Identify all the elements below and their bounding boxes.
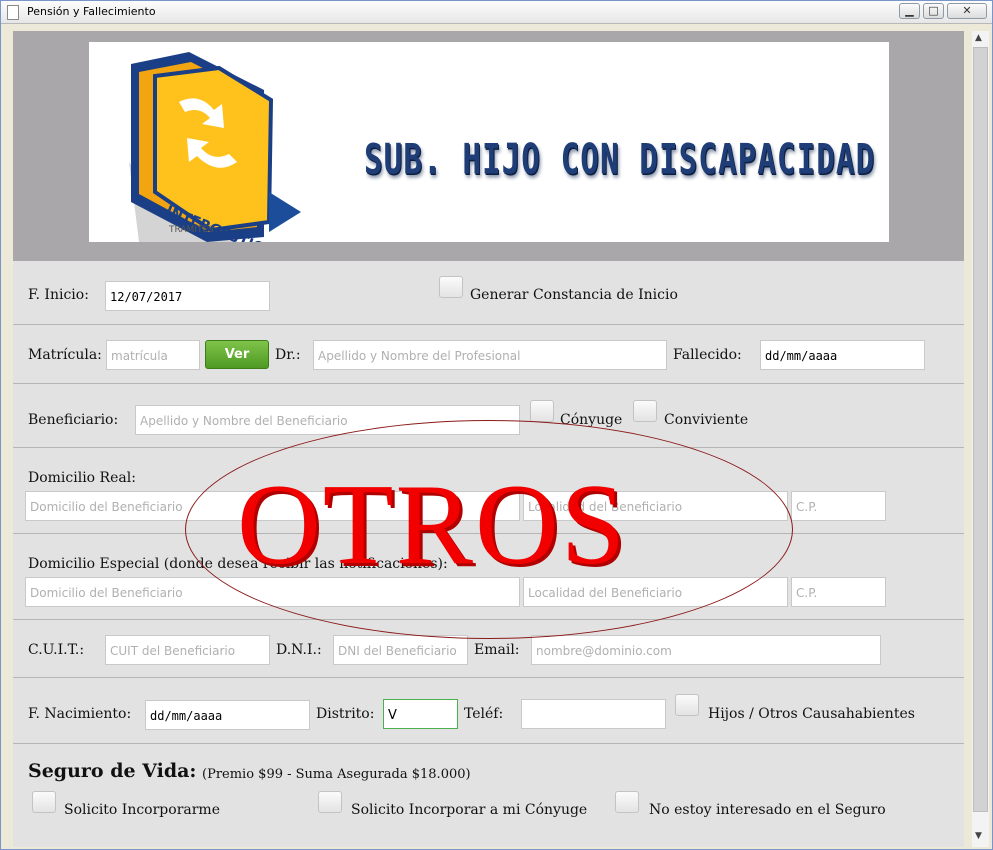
app-window: Pensión y Fallecimiento ▁ □ ✕ INTERGESTI… bbox=[0, 0, 993, 850]
matricula-label: Matrícula: bbox=[28, 347, 102, 363]
constancia-label: Generar Constancia de Inicio bbox=[470, 287, 678, 303]
domicilio-real-label: Domicilio Real: bbox=[28, 470, 136, 486]
section-seguro: Seguro de Vida: (Premio $99 - Suma Asegu… bbox=[13, 744, 964, 847]
seguro-no-interesado-label: No estoy interesado en el Seguro bbox=[649, 802, 886, 818]
seguro-incorporarme-checkbox[interactable] bbox=[32, 791, 56, 813]
svg-text:TRAMITES: TRAMITES bbox=[168, 225, 214, 235]
distrito-input[interactable]: V bbox=[383, 699, 458, 729]
section-beneficiario: Beneficiario: Apellido y Nombre del Bene… bbox=[13, 384, 964, 448]
beneficiario-input[interactable]: Apellido y Nombre del Beneficiario bbox=[135, 405, 520, 435]
minimize-button[interactable]: ▁ bbox=[899, 3, 920, 19]
inicio-date-input[interactable]: 12/07/2017 bbox=[105, 281, 270, 311]
ver-button[interactable]: Ver bbox=[205, 340, 269, 369]
vertical-scrollbar[interactable]: ▲ ▼ bbox=[972, 31, 989, 847]
hijos-label: Hijos / Otros Causahabientes bbox=[708, 706, 915, 722]
localidad-especial-input[interactable]: Localidad del Beneficiario bbox=[523, 577, 788, 607]
conyuge-label: Cónyuge bbox=[560, 412, 623, 428]
domicilio-especial-input[interactable]: Domicilio del Beneficiario bbox=[25, 577, 520, 607]
seguro-conyuge-label: Solicito Incorporar a mi Cónyuge bbox=[351, 802, 588, 818]
fallecido-label: Fallecido: bbox=[673, 347, 742, 363]
section-nacimiento: F. Nacimiento: dd/mm/aaaa Distrito: V Te… bbox=[13, 678, 964, 744]
fallecido-date-input[interactable]: dd/mm/aaaa bbox=[760, 340, 925, 370]
constancia-checkbox[interactable] bbox=[439, 276, 463, 298]
telef-label: Teléf: bbox=[464, 706, 504, 722]
title-bar: Pensión y Fallecimiento ▁ □ ✕ bbox=[1, 1, 992, 24]
seguro-title: Seguro de Vida: bbox=[28, 760, 197, 782]
section-domicilio-especial: Domicilio Especial (donde desea recibir … bbox=[13, 534, 964, 620]
conviviente-checkbox[interactable] bbox=[633, 400, 657, 422]
section-matricula: Matrícula: matrícula Ver Dr.: Apellido y… bbox=[13, 325, 964, 384]
banner-heading: SUB. HIJO CON DISCAPACIDAD bbox=[364, 135, 876, 185]
window-title: Pensión y Fallecimiento bbox=[27, 5, 156, 18]
domicilio-real-input[interactable]: Domicilio del Beneficiario bbox=[25, 491, 520, 521]
nacimiento-date-input[interactable]: dd/mm/aaaa bbox=[145, 700, 310, 730]
section-ids: C.U.I.T.: CUIT del Beneficiario D.N.I.: … bbox=[13, 620, 964, 678]
scroll-down-icon[interactable]: ▼ bbox=[975, 831, 982, 841]
seguro-subtitle: (Premio $99 - Suma Asegurada $18.000) bbox=[202, 767, 471, 782]
form-content: INTERGESTION TRAMITES SUB. HIJO CON DISC… bbox=[13, 31, 964, 847]
seguro-incorporarme-label: Solicito Incorporarme bbox=[64, 802, 220, 818]
inicio-label: F. Inicio: bbox=[28, 287, 89, 303]
beneficiario-label: Beneficiario: bbox=[28, 412, 119, 428]
email-label: Email: bbox=[474, 642, 520, 658]
banner: INTERGESTION TRAMITES SUB. HIJO CON DISC… bbox=[89, 42, 889, 242]
cuit-input[interactable]: CUIT del Beneficiario bbox=[105, 635, 270, 665]
document-icon bbox=[7, 5, 19, 20]
dni-input[interactable]: DNI del Beneficiario bbox=[333, 635, 468, 665]
cp-especial-input[interactable]: C.P. bbox=[791, 577, 886, 607]
cuit-label: C.U.I.T.: bbox=[28, 642, 85, 658]
scrollbar-thumb[interactable] bbox=[973, 47, 988, 812]
localidad-real-input[interactable]: Localidad del Beneficiario bbox=[523, 491, 788, 521]
seguro-no-interesado-checkbox[interactable] bbox=[615, 791, 639, 813]
telefono-input[interactable] bbox=[521, 699, 666, 729]
seguro-conyuge-checkbox[interactable] bbox=[318, 791, 342, 813]
email-input[interactable]: nombre@dominio.com bbox=[531, 635, 881, 665]
dr-label: Dr.: bbox=[275, 347, 301, 363]
section-domicilio-real: Domicilio Real: Domicilio del Beneficiar… bbox=[13, 448, 964, 534]
scroll-up-icon[interactable]: ▲ bbox=[975, 33, 982, 43]
hijos-checkbox[interactable] bbox=[675, 694, 699, 716]
dni-label: D.N.I.: bbox=[276, 642, 322, 658]
nacimiento-label: F. Nacimiento: bbox=[28, 706, 132, 722]
profesional-input[interactable]: Apellido y Nombre del Profesional bbox=[313, 340, 667, 370]
conyuge-checkbox[interactable] bbox=[530, 400, 554, 422]
domicilio-especial-label: Domicilio Especial (donde desea recibir … bbox=[28, 556, 448, 572]
intergestion-logo-icon: INTERGESTION TRAMITES bbox=[129, 52, 301, 242]
section-inicio: F. Inicio: 12/07/2017 Generar Constancia… bbox=[13, 261, 964, 325]
banner-area: INTERGESTION TRAMITES SUB. HIJO CON DISC… bbox=[13, 31, 964, 261]
matricula-input[interactable]: matrícula bbox=[106, 340, 200, 370]
maximize-button[interactable]: □ bbox=[923, 3, 944, 19]
cp-real-input[interactable]: C.P. bbox=[791, 491, 886, 521]
close-button[interactable]: ✕ bbox=[947, 3, 987, 19]
distrito-label: Distrito: bbox=[316, 706, 375, 722]
conviviente-label: Conviviente bbox=[664, 412, 749, 428]
